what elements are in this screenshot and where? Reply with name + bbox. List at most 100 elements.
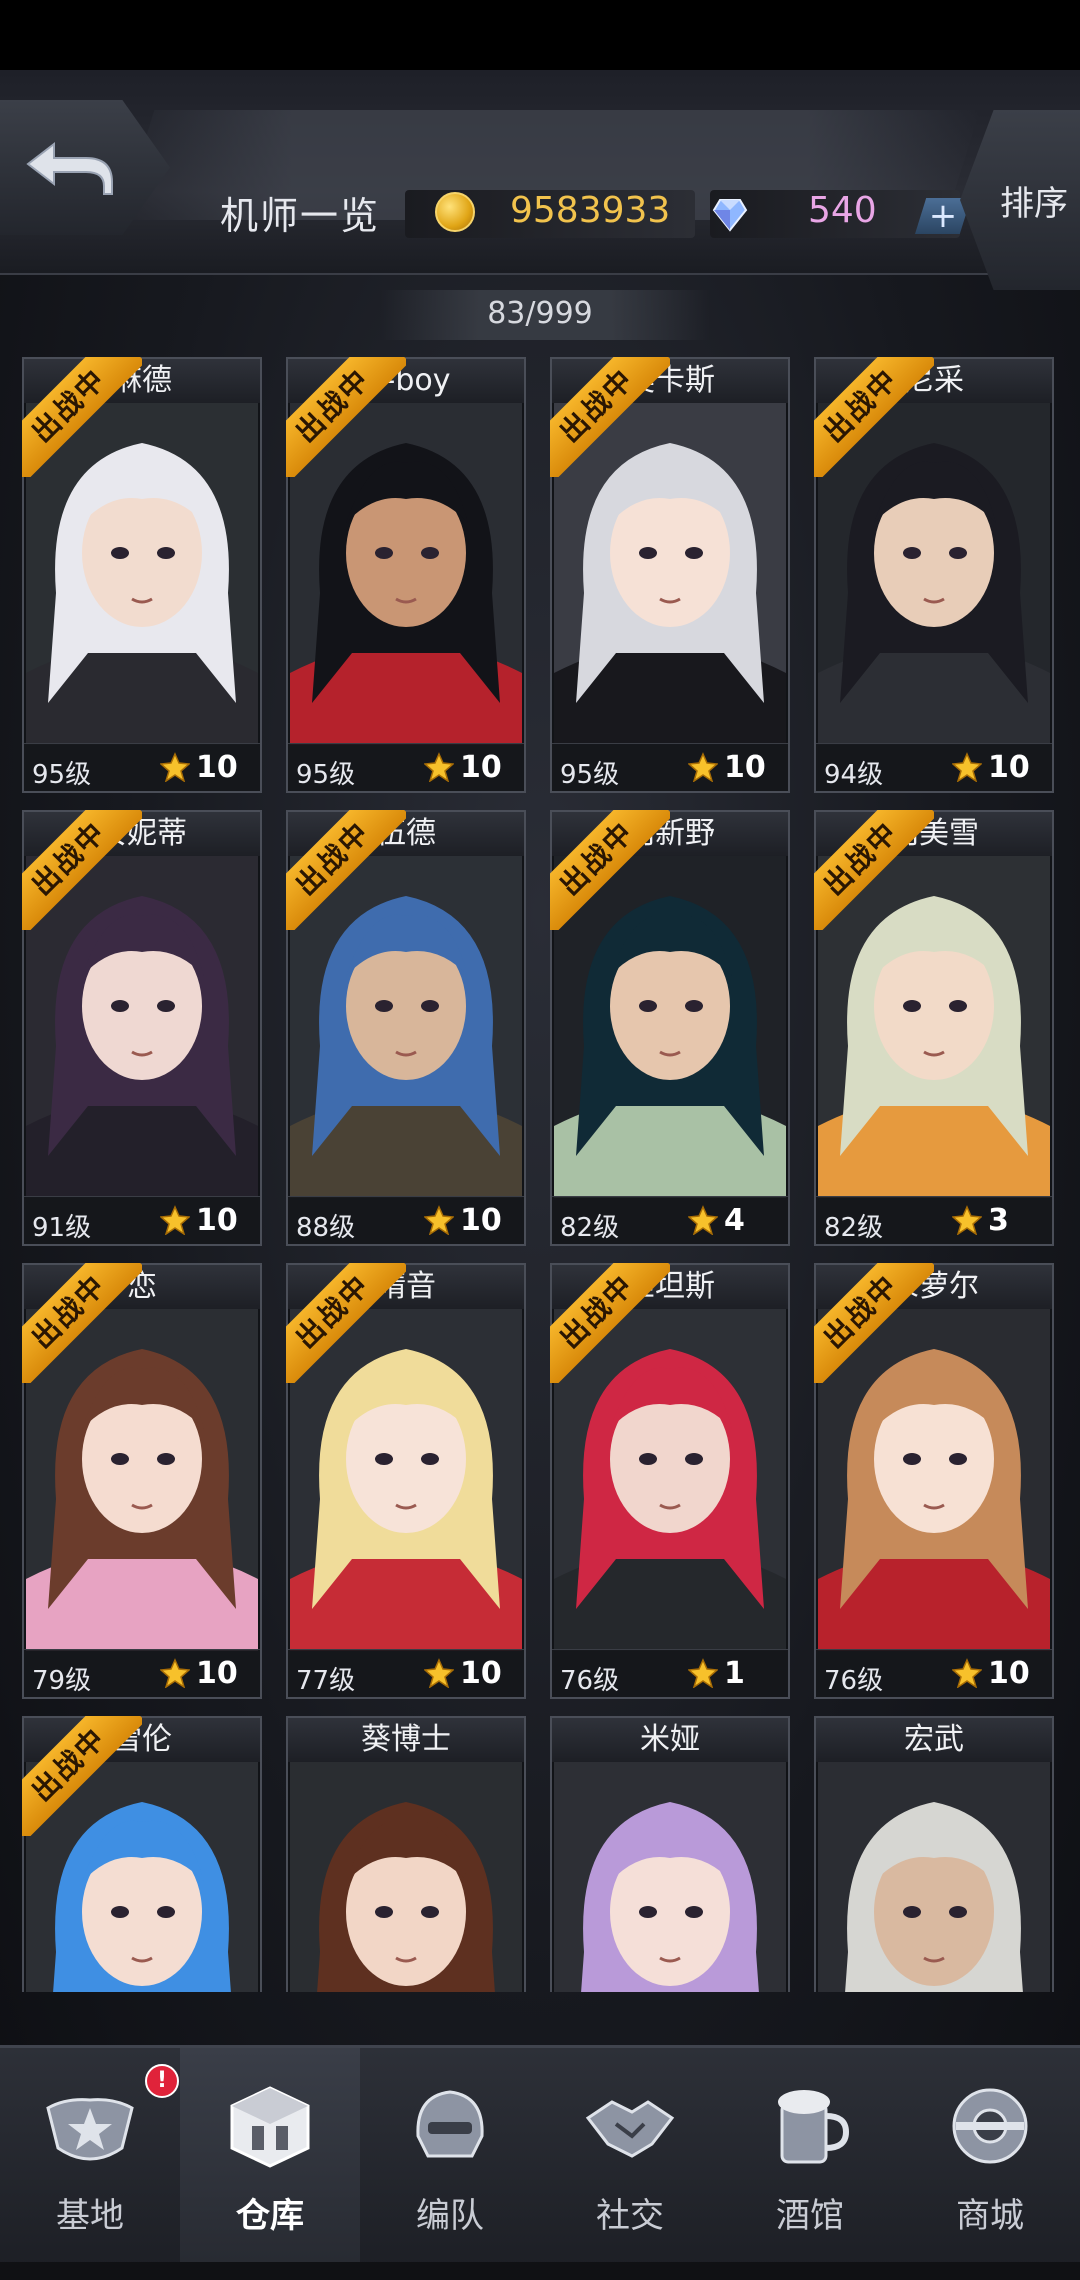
diamond-icon xyxy=(712,199,748,232)
page-title: 机师一览 xyxy=(220,194,381,238)
pilot-level: 76级 xyxy=(560,1666,620,1696)
base-emblem-icon xyxy=(42,2078,138,2174)
pilot-name: 丝坦斯 xyxy=(552,1265,788,1309)
pilot-info-footer: 79级 10 xyxy=(24,1649,260,1697)
pilot-card[interactable]: 安妮蒂 91级 10 出战中 xyxy=(22,810,262,1246)
pilot-portrait xyxy=(818,403,1050,745)
pilot-star-count: 1 xyxy=(724,1656,745,1691)
pilot-card[interactable]: 羽新野 82级 4 出战中 xyxy=(550,810,790,1246)
pilot-portrait xyxy=(554,1762,786,1992)
pilot-portrait xyxy=(818,856,1050,1198)
pilot-name: 安妮蒂 xyxy=(24,812,260,856)
pilot-level: 95级 xyxy=(296,760,356,790)
pilot-info-footer: 91级 10 xyxy=(24,1196,260,1244)
bottom-strip xyxy=(0,2262,1080,2280)
pilot-card[interactable]: 宏武 xyxy=(814,1716,1054,1992)
pilot-portrait xyxy=(26,1762,258,1992)
pilot-info-footer: 82级 4 xyxy=(552,1196,788,1244)
back-arrow-icon xyxy=(26,141,113,195)
nav-item-label: 社交 xyxy=(596,2196,664,2236)
pilot-card[interactable]: 朵萝尔 76级 10 出战中 xyxy=(814,1263,1054,1699)
pilot-info-footer: 94级 10 xyxy=(816,743,1052,791)
pilot-name: 伍德 xyxy=(288,812,524,856)
star-icon xyxy=(688,1658,718,1688)
pilot-portrait xyxy=(554,856,786,1198)
pilot-star-count: 10 xyxy=(196,1656,238,1691)
pilot-star-count: 10 xyxy=(196,1203,238,1238)
pilot-star-count: 10 xyxy=(460,1656,502,1691)
pilot-level: 79级 xyxy=(32,1666,92,1696)
pilot-card[interactable]: 奥卡斯 95级 10 出战中 xyxy=(550,357,790,793)
pilot-info-footer: 76级 1 xyxy=(552,1649,788,1697)
pilot-name: 恋 xyxy=(24,1265,260,1309)
nav-item-label: 编队 xyxy=(416,2196,484,2236)
nav-item-0[interactable]: 基地! xyxy=(0,2048,180,2280)
pilot-portrait xyxy=(26,1309,258,1651)
pilot-level: 76级 xyxy=(824,1666,884,1696)
pilot-info-footer: 88级 10 xyxy=(288,1196,524,1244)
roster-count: 83/999 xyxy=(487,296,593,331)
pilot-card[interactable]: 雪伦 出战中 xyxy=(22,1716,262,1992)
pilot-level: 88级 xyxy=(296,1213,356,1243)
pilot-name: 宏武 xyxy=(816,1718,1052,1762)
pilot-name: 羽美雪 xyxy=(816,812,1052,856)
nav-item-label: 基地 xyxy=(56,2196,124,2236)
pilot-card[interactable]: 尼采 94级 10 出战中 xyxy=(814,357,1054,793)
star-icon xyxy=(688,752,718,782)
star-icon xyxy=(160,1205,190,1235)
bottom-nav: 基地! 仓库 编队 社交 酒馆 商城 xyxy=(0,2045,1080,2280)
pilot-card[interactable]: 晴音 77级 10 出战中 xyxy=(286,1263,526,1699)
pilot-name: 尼采 xyxy=(816,359,1052,403)
coin-amount: 9583933 xyxy=(510,190,671,231)
star-icon xyxy=(952,752,982,782)
star-icon xyxy=(424,1205,454,1235)
star-icon xyxy=(160,1658,190,1688)
pilot-card[interactable]: 葵博士 xyxy=(286,1716,526,1992)
pilot-info-footer: 95级 10 xyxy=(24,743,260,791)
pilot-portrait xyxy=(290,856,522,1198)
pilot-info-footer: 82级 3 xyxy=(816,1196,1052,1244)
pilot-portrait xyxy=(290,403,522,745)
pilot-star-count: 4 xyxy=(724,1203,745,1238)
pilot-name: 雪伦 xyxy=(24,1718,260,1762)
pilot-card[interactable]: 恋 79级 10 出战中 xyxy=(22,1263,262,1699)
nav-item-label: 商城 xyxy=(956,2196,1024,2236)
nav-item-label: 酒馆 xyxy=(776,2196,844,2236)
star-icon xyxy=(688,1205,718,1235)
nav-item-1[interactable]: 仓库 xyxy=(180,2048,360,2280)
pilot-card[interactable]: 羽美雪 82级 3 出战中 xyxy=(814,810,1054,1246)
pilot-grid[interactable]: 麻德 95级 10 出战中 D-boy 95级 10 出战中 奥卡斯 95级 10 出战中 尼采 94级 1… xyxy=(22,357,1062,1992)
pilot-info-footer: 77级 10 xyxy=(288,1649,524,1697)
pilot-card[interactable]: 米娅 xyxy=(550,1716,790,1992)
star-icon xyxy=(424,1658,454,1688)
pilot-level: 77级 xyxy=(296,1666,356,1696)
pilot-name: D-boy xyxy=(288,359,524,403)
pilot-portrait xyxy=(818,1309,1050,1651)
pilot-card[interactable]: D-boy 95级 10 出战中 xyxy=(286,357,526,793)
pilot-portrait xyxy=(818,1762,1050,1992)
warehouse-icon xyxy=(222,2078,318,2174)
nav-item-4[interactable]: 酒馆 xyxy=(720,2048,900,2280)
pilot-card[interactable]: 丝坦斯 76级 1 出战中 xyxy=(550,1263,790,1699)
gold-coin-icon xyxy=(435,192,475,232)
star-icon xyxy=(952,1658,982,1688)
pilot-name: 晴音 xyxy=(288,1265,524,1309)
pilot-level: 82级 xyxy=(560,1213,620,1243)
pilot-portrait xyxy=(554,1309,786,1651)
pilot-name: 朵萝尔 xyxy=(816,1265,1052,1309)
pilot-star-count: 10 xyxy=(988,750,1030,785)
nav-item-label: 仓库 xyxy=(236,2196,304,2236)
pilot-card[interactable]: 麻德 95级 10 出战中 xyxy=(22,357,262,793)
nav-item-3[interactable]: 社交 xyxy=(540,2048,720,2280)
pilot-level: 95级 xyxy=(560,760,620,790)
pilot-star-count: 10 xyxy=(988,1656,1030,1691)
pilot-name: 奥卡斯 xyxy=(552,359,788,403)
app-root: 机师一览 9583933 540 + 排序 83/999 麻德 95级 10 出战中 D… xyxy=(0,0,1080,2280)
pilot-star-count: 10 xyxy=(724,750,766,785)
nav-item-5[interactable]: 商城 xyxy=(900,2048,1080,2280)
pilot-card[interactable]: 伍德 88级 10 出战中 xyxy=(286,810,526,1246)
sort-label: 排序 xyxy=(1000,183,1068,224)
nav-item-2[interactable]: 编队 xyxy=(360,2048,540,2280)
pilot-info-footer: 95级 10 xyxy=(288,743,524,791)
pilot-level: 94级 xyxy=(824,760,884,790)
